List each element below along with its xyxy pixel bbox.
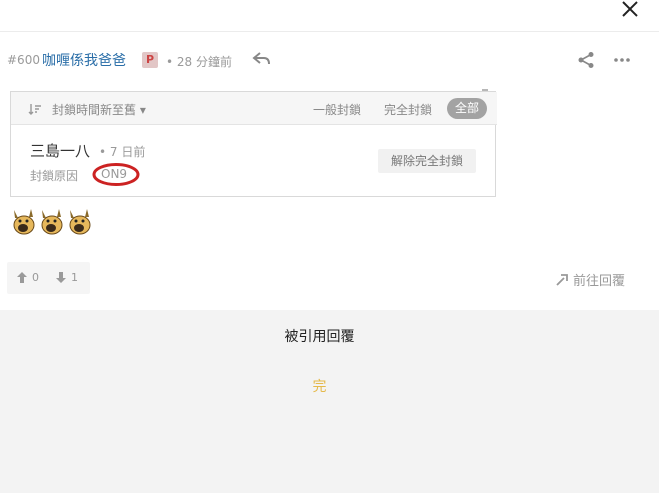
filter-all[interactable]: 全部 (447, 98, 487, 119)
more-icon[interactable] (613, 51, 631, 69)
p-badge: P (142, 52, 158, 68)
post-username[interactable]: 咖喱係我爸爸 (42, 50, 126, 70)
ban-time: • 7 日前 (99, 145, 146, 159)
emoji-row (11, 207, 101, 239)
end-mark: 完 (312, 379, 327, 395)
goto-reply-label: 前往回覆 (573, 274, 626, 289)
emoji-sticker (69, 209, 91, 235)
share-icon[interactable] (577, 51, 595, 69)
banned-username: 三島一八 (30, 142, 91, 160)
quoted-replies-section: 被引用回覆 完 (0, 310, 659, 493)
emoji-sticker (41, 209, 63, 235)
quoted-replies-title: 被引用回覆 (284, 329, 355, 345)
upvote-button[interactable]: 0 (16, 270, 39, 284)
upvote-count: 0 (32, 270, 39, 284)
downvote-button[interactable]: 1 (55, 270, 78, 284)
quoted-block-panel: 封鎖時間新至舊 ▾ 一般封鎖 完全封鎖 全部 三島一八 • 7 日前 封鎖原因 … (10, 91, 497, 197)
top-bar (0, 0, 659, 32)
goto-reply-icon (556, 274, 568, 286)
goto-reply-link[interactable]: 前往回覆 (555, 270, 625, 289)
downvote-count: 1 (71, 270, 78, 284)
sort-dropdown[interactable]: 封鎖時間新至舊 ▾ (52, 101, 146, 118)
close-icon[interactable] (619, 0, 641, 20)
vote-box: 0 1 (7, 262, 90, 294)
emoji-sticker (13, 209, 35, 235)
block-panel-header: 封鎖時間新至舊 ▾ 一般封鎖 完全封鎖 全部 (11, 92, 497, 125)
post-header: #600 咖喱係我爸爸 P • 28 分鐘前 (0, 44, 659, 76)
filter-full-block[interactable]: 完全封鎖 (384, 101, 432, 118)
reply-icon[interactable] (252, 50, 272, 68)
unban-full-button[interactable]: 解除完全封鎖 (378, 149, 476, 173)
red-circle-annotation (92, 163, 140, 186)
filter-general-block[interactable]: 一般封鎖 (313, 101, 361, 118)
sort-icon (28, 101, 42, 115)
post-time: • 28 分鐘前 (166, 55, 232, 69)
post-number: #600 (7, 53, 40, 67)
ban-reason-label: 封鎖原因 (30, 169, 79, 183)
arrow-up-icon (17, 271, 27, 283)
arrow-down-icon (56, 271, 66, 283)
